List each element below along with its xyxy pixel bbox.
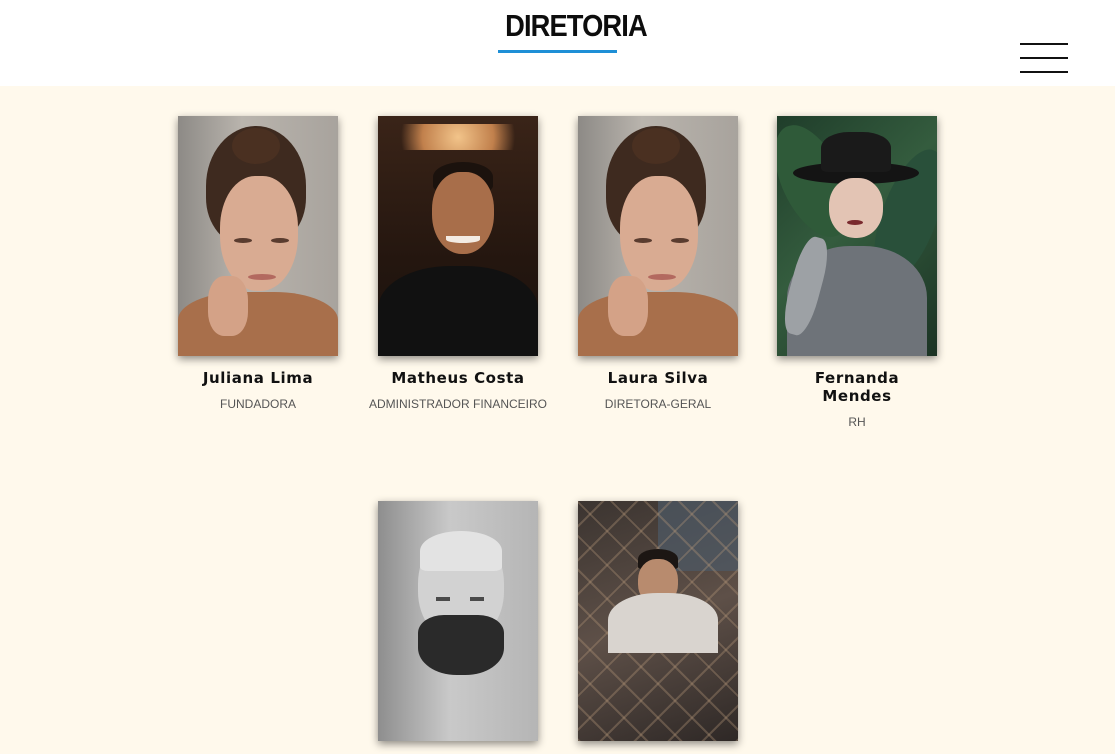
team-member-role: ADMINISTRADOR FINANCEIRO [368,397,547,411]
site-header: DIRETORIA [0,0,1115,86]
menu-line [1020,43,1068,45]
team-member-name: Matheus Costa [391,369,525,387]
team-member-photo[interactable] [378,116,538,356]
menu-line [1020,57,1068,59]
team-member-card[interactable]: Juliana Lima FUNDADORA [158,116,358,411]
team-member-photo[interactable] [378,501,538,741]
team-member-name: Laura Silva [607,369,709,387]
hamburger-menu-icon[interactable] [1019,40,1070,76]
team-member-card[interactable] [358,501,558,754]
team-member-card[interactable]: Matheus Costa ADMINISTRADOR FINANCEIRO [358,116,558,411]
team-member-role: FUNDADORA [219,397,296,411]
team-member-role: DIRETORA-GERAL [604,397,712,411]
page-title: DIRETORIA [505,8,648,43]
team-member-photo[interactable] [578,501,738,741]
team-member-card[interactable] [558,501,758,754]
team-member-photo[interactable] [777,116,937,356]
team-member-photo[interactable] [178,116,338,356]
team-member-card[interactable]: Fernanda Mendes RH [757,116,957,429]
team-member-role: RH [848,415,866,429]
team-member-card[interactable]: Laura Silva DIRETORA-GERAL [558,116,758,411]
team-member-name: Juliana Lima [202,369,314,387]
team-member-photo[interactable] [578,116,738,356]
team-member-name: Fernanda Mendes [814,369,900,405]
title-underline [498,50,617,53]
menu-line [1020,71,1068,73]
